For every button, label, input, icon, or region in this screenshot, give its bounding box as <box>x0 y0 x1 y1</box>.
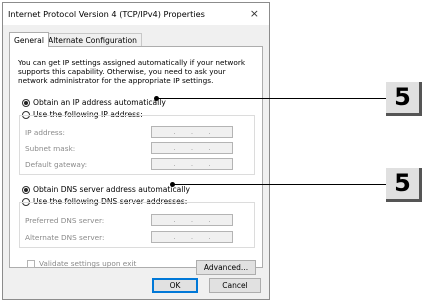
alternate-dns-label: Alternate DNS server: <box>25 233 105 242</box>
tab-general[interactable]: General <box>9 32 49 47</box>
default-gateway-field[interactable]: ... <box>151 158 233 170</box>
close-icon[interactable]: × <box>250 7 259 20</box>
radio-obtain-dns-auto-label: Obtain DNS server address automatically <box>33 185 190 194</box>
ip-address-group: IP address: ... Subnet mask: ... Default… <box>19 115 255 175</box>
tab-alternate-configuration[interactable]: Alternate Configuration <box>43 33 142 46</box>
default-gateway-row: Default gateway: ... <box>25 158 245 171</box>
title-bar: Internet Protocol Version 4 (TCP/IPv4) P… <box>3 3 269 25</box>
checkbox-unchecked-icon <box>27 259 35 268</box>
preferred-dns-row: Preferred DNS server: ... <box>25 214 245 227</box>
radio-obtain-dns-auto[interactable]: Obtain DNS server address automatically <box>22 185 190 194</box>
preferred-dns-label: Preferred DNS server: <box>25 216 105 225</box>
callout-badge-5: 5 <box>386 82 422 116</box>
callout-line <box>172 184 386 185</box>
cancel-button[interactable]: Cancel <box>209 278 261 293</box>
radio-obtain-ip-auto-label: Obtain an IP address automatically <box>33 98 166 107</box>
description-text: You can get IP settings assigned automat… <box>18 58 246 85</box>
validate-settings-label: Validate settings upon exit <box>39 259 137 268</box>
ok-button[interactable]: OK <box>152 278 198 293</box>
ip-address-field[interactable]: ... <box>151 126 233 138</box>
dns-server-group: Preferred DNS server: ... Alternate DNS … <box>19 202 255 248</box>
advanced-button[interactable]: Advanced... <box>196 260 256 275</box>
window-title: Internet Protocol Version 4 (TCP/IPv4) P… <box>8 9 205 19</box>
callout-badge-5: 5 <box>386 168 422 202</box>
radio-selected-icon <box>22 98 30 107</box>
alternate-dns-row: Alternate DNS server: ... <box>25 231 245 244</box>
subnet-mask-label: Subnet mask: <box>25 144 76 153</box>
subnet-mask-row: Subnet mask: ... <box>25 142 245 155</box>
validate-settings-checkbox[interactable]: Validate settings upon exit <box>27 259 136 268</box>
radio-obtain-ip-auto[interactable]: Obtain an IP address automatically <box>22 98 166 107</box>
general-panel: You can get IP settings assigned automat… <box>9 46 263 275</box>
preferred-dns-field[interactable]: ... <box>151 214 233 226</box>
ip-address-row: IP address: ... <box>25 126 245 139</box>
alternate-dns-field[interactable]: ... <box>151 231 233 243</box>
subnet-mask-field[interactable]: ... <box>151 142 233 154</box>
tcpip-properties-dialog: Internet Protocol Version 4 (TCP/IPv4) P… <box>2 2 270 300</box>
default-gateway-label: Default gateway: <box>25 160 88 169</box>
radio-selected-icon <box>22 185 30 194</box>
ip-address-label: IP address: <box>25 128 65 137</box>
callout-line <box>156 98 386 99</box>
